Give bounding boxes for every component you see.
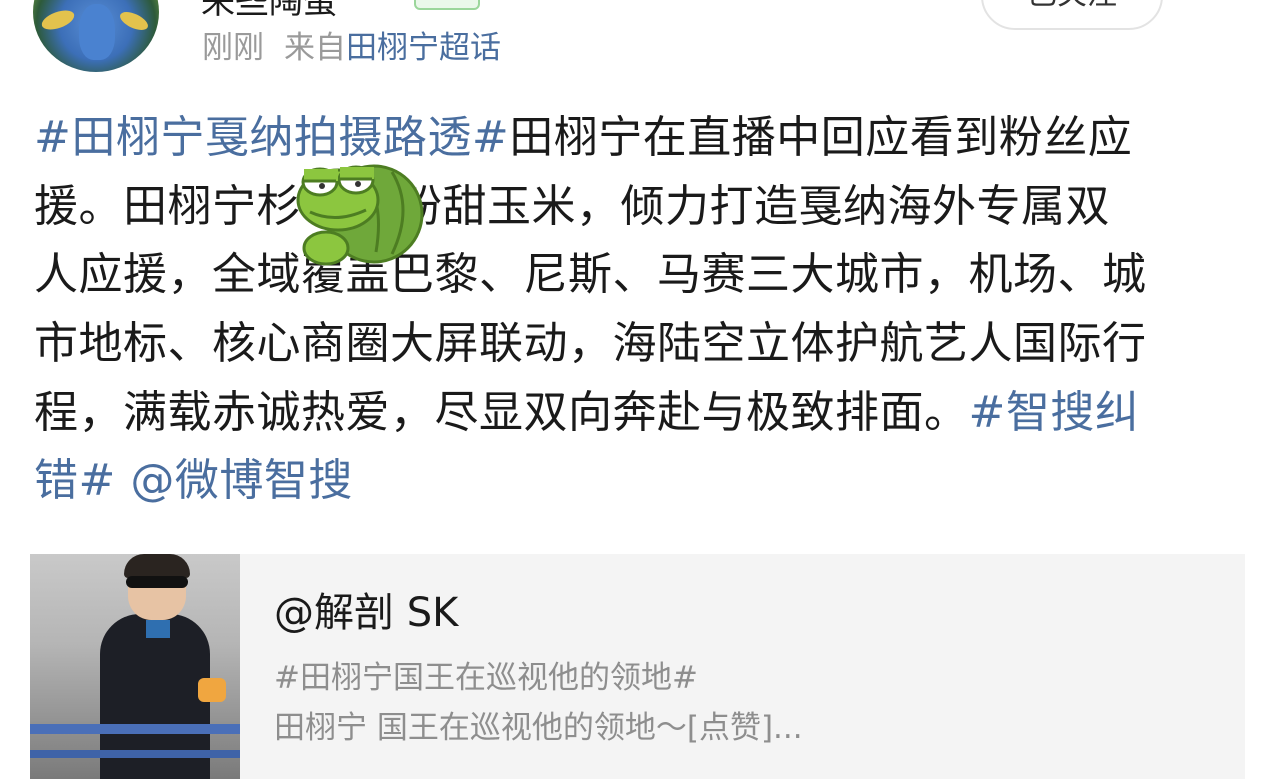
avatar-decoration bbox=[39, 6, 77, 34]
hashtag-link[interactable]: #智搜纠 bbox=[969, 387, 1140, 438]
post-meta: 刚刚 来自田栩宁超话 bbox=[202, 28, 501, 68]
post-text-segment: 程，满载赤诚热爱，尽显双向奔赴与极致排面。 bbox=[34, 386, 969, 438]
thumbnail-figure bbox=[146, 620, 170, 638]
post-line: 市地标、核心商圈大屏联动，海陆空立体护航艺人国际行 bbox=[34, 310, 1249, 379]
post-time: 刚刚 bbox=[202, 30, 264, 66]
avatar-character bbox=[79, 4, 115, 60]
member-badge bbox=[414, 0, 480, 10]
post-line: #田栩宁戛纳拍摄路透#田栩宁在直播中回应看到粉丝应 bbox=[34, 104, 1249, 173]
post-text-segment: 援。田栩宁杉 bbox=[34, 180, 301, 232]
post-text-segment: 市地标、核心商圈大屏联动，海陆空立体护航艺人国际行 bbox=[34, 318, 1147, 370]
mention-link[interactable]: @微博智搜 bbox=[130, 455, 353, 506]
thumbnail-railing bbox=[30, 724, 240, 734]
post-line: 援。田栩宁杉 P粉甜玉米，倾力打造戛纳海外专属双 bbox=[34, 173, 1249, 242]
post-text-segment: 田栩宁在直播中回应看到粉丝应 bbox=[509, 112, 1133, 163]
follow-button[interactable]: 已关注 bbox=[981, 0, 1163, 30]
repost-thumbnail bbox=[30, 554, 240, 779]
post-text: #田栩宁戛纳拍摄路透#田栩宁在直播中回应看到粉丝应 援。田栩宁杉 P粉甜玉米，倾力… bbox=[34, 104, 1249, 516]
hashtag-link[interactable]: 错# bbox=[34, 455, 116, 506]
hashtag-link[interactable]: #田栩宁戛纳拍摄路透# bbox=[34, 112, 509, 163]
author-name[interactable]: 来些陶蛋 bbox=[201, 0, 337, 23]
repost-author: @解剖 SK bbox=[274, 590, 459, 636]
thumbnail-figure bbox=[126, 576, 188, 588]
post-line: 错# @微博智搜 bbox=[34, 447, 1249, 516]
repost-excerpt: 田栩宁 国王在巡视他的领地～[点赞]... bbox=[274, 710, 803, 746]
post-text-segment: 人应援，全域覆盖巴黎、尼斯、马赛三大城市，机场、城 bbox=[34, 249, 1147, 301]
supertopic-link[interactable]: 田栩宁超话 bbox=[346, 30, 501, 66]
thumbnail-railing bbox=[30, 750, 240, 758]
thumbnail-figure bbox=[124, 554, 190, 578]
thumbnail-figure bbox=[198, 678, 226, 702]
post-text-segment bbox=[116, 455, 131, 506]
post-line: 人应援，全域覆盖巴黎、尼斯、马赛三大城市，机场、城 bbox=[34, 241, 1249, 310]
avatar[interactable] bbox=[33, 0, 159, 72]
weibo-post: 来些陶蛋 已关注 刚刚来自田栩宁超话 #田栩宁戛纳拍摄路透#田栩宁在直播中回应看… bbox=[0, 0, 1281, 779]
repost-card[interactable]: @解剖 SK #田栩宁国王在巡视他的领地# 田栩宁 国王在巡视他的领地～[点赞]… bbox=[30, 554, 1245, 779]
repost-hashtag: #田栩宁国王在巡视他的领地# bbox=[274, 660, 698, 696]
post-source-prefix: 来自 bbox=[284, 30, 346, 66]
frog-sticker-icon bbox=[296, 164, 424, 266]
post-text-segment: P粉甜玉米，倾力打造戛纳海外专属双 bbox=[371, 180, 1111, 232]
post-line: 程，满载赤诚热爱，尽显双向奔赴与极致排面。#智搜纠 bbox=[34, 379, 1249, 448]
avatar-decoration bbox=[117, 8, 151, 34]
